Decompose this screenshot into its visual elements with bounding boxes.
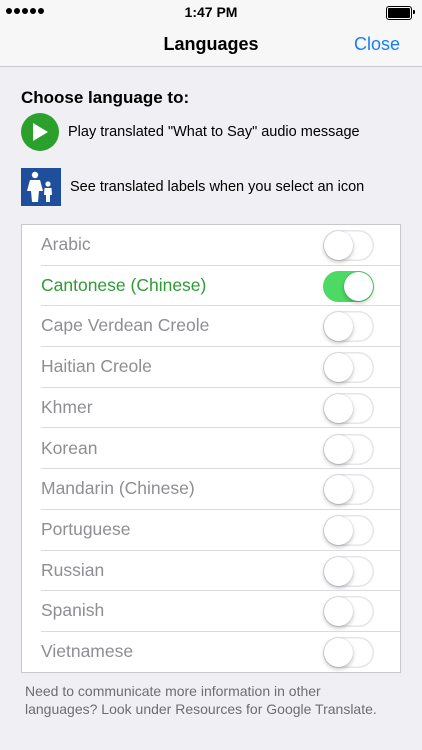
language-row[interactable]: Mandarin (Chinese)	[22, 469, 400, 510]
language-toggle[interactable]	[323, 270, 374, 302]
language-label: Cape Verdean Creole	[41, 315, 210, 336]
navigation-bar: Languages Close	[0, 24, 422, 67]
language-toggle[interactable]	[323, 433, 374, 465]
toggle-knob	[324, 393, 353, 423]
language-label: Portuguese	[41, 518, 131, 539]
info-row-audio: Play translated "What to Say" audio mess…	[21, 113, 360, 151]
language-toggle[interactable]	[323, 555, 374, 587]
toggle-knob	[324, 231, 353, 260]
info-text-labels: See translated labels when you select an…	[70, 179, 365, 195]
status-time: 1:47 PM	[184, 4, 238, 20]
language-label: Vietnamese	[41, 641, 134, 661]
language-row[interactable]: Vietnamese	[22, 632, 400, 673]
toggle-knob	[324, 638, 353, 667]
toggle-knob	[324, 515, 353, 545]
language-toggle[interactable]	[323, 514, 374, 546]
language-label: Arabic	[41, 234, 91, 254]
language-toggle[interactable]	[323, 474, 374, 506]
language-row[interactable]: Haitian Creole	[22, 347, 400, 388]
footer-note: Need to communicate more information in …	[25, 683, 377, 717]
language-label: Russian	[41, 559, 105, 580]
language-row[interactable]: Korean	[22, 429, 400, 470]
language-list: Arabic Cantonese (Chinese) Cape Verdean Cr…	[21, 224, 401, 673]
section-heading: Choose language to:	[21, 88, 190, 107]
toggle-knob	[324, 475, 353, 505]
language-row[interactable]: Cantonese (Chinese)	[22, 266, 400, 307]
language-label: Mandarin (Chinese)	[41, 478, 195, 499]
toggle-knob	[324, 312, 353, 342]
language-toggle[interactable]	[323, 392, 374, 424]
info-row-labels: See translated labels when you select an…	[21, 168, 364, 206]
language-toggle[interactable]	[323, 637, 374, 668]
language-row[interactable]: Arabic	[22, 225, 400, 266]
family-icon	[21, 168, 61, 206]
language-label: Haitian Creole	[41, 356, 152, 377]
language-label: Khmer	[41, 396, 93, 417]
language-row[interactable]: Portuguese	[22, 510, 400, 551]
toggle-knob	[324, 434, 353, 464]
status-bar: 1:47 PM	[0, 0, 422, 24]
language-toggle[interactable]	[323, 352, 374, 384]
language-row[interactable]: Khmer	[22, 388, 400, 429]
language-row[interactable]: Cape Verdean Creole	[22, 306, 400, 348]
language-toggle[interactable]	[323, 596, 374, 628]
language-label: Cantonese (Chinese)	[41, 274, 207, 295]
language-row[interactable]: Spanish	[22, 591, 400, 632]
info-text-audio: Play translated "What to Say" audio mess…	[68, 124, 360, 140]
toggle-knob	[324, 353, 353, 383]
language-label: Korean	[41, 437, 98, 458]
close-button[interactable]: Close	[354, 34, 400, 55]
language-toggle[interactable]	[323, 230, 374, 261]
language-row[interactable]: Russian	[22, 551, 400, 592]
language-toggle[interactable]	[323, 311, 374, 343]
toggle-knob	[324, 556, 353, 586]
battery-icon	[386, 6, 415, 20]
toggle-knob	[344, 271, 373, 301]
language-label: Spanish	[41, 600, 105, 621]
toggle-knob	[324, 597, 353, 627]
play-icon	[21, 113, 59, 151]
